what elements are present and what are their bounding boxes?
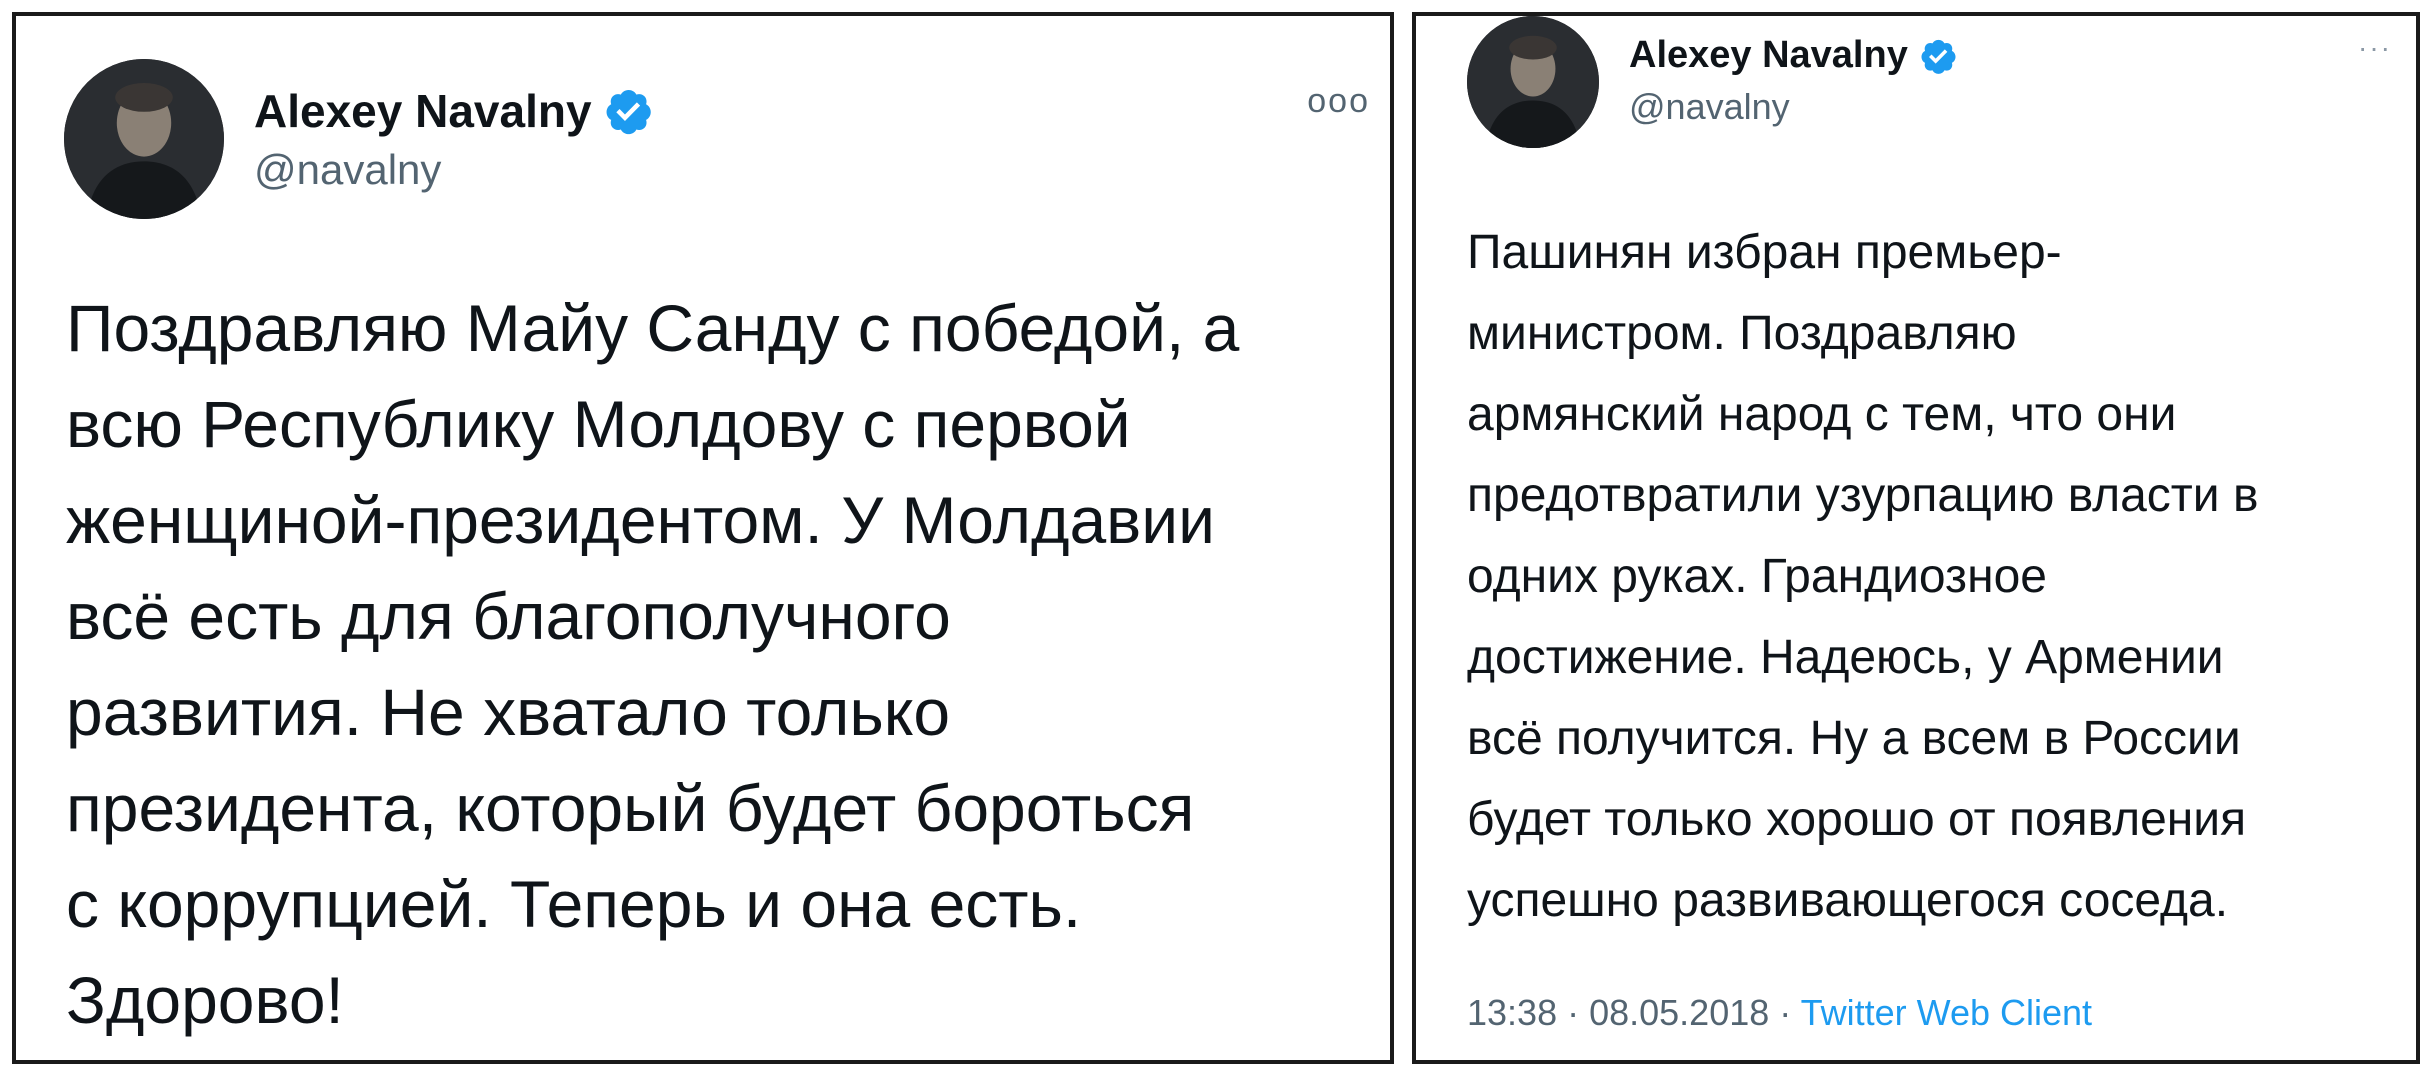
author-handle[interactable]: @navalny [254, 146, 441, 194]
meta-separator: · [1557, 992, 1590, 1033]
tweet-time[interactable]: 13:38 [1467, 992, 1557, 1033]
author-name-text: Alexey Navalny [254, 85, 592, 137]
verified-badge-icon [602, 85, 654, 137]
tweet-card-2: Alexey Navalny @navalny ··· Пашинян избр… [1412, 12, 2420, 1064]
author-name[interactable]: Alexey Navalny [254, 84, 654, 138]
tweet-card-1: Alexey Navalny @navalny ooo Поздравляю М… [12, 12, 1394, 1064]
avatar[interactable] [64, 59, 224, 219]
more-options-icon[interactable]: ooo [1307, 82, 1370, 121]
more-options-icon[interactable]: ··· [2358, 32, 2392, 64]
tweet-source-link[interactable]: Twitter Web Client [1801, 992, 2092, 1033]
verified-badge-icon [1918, 36, 1958, 76]
avatar-portrait-icon [64, 59, 224, 219]
author-handle[interactable]: @navalny [1629, 86, 1790, 128]
tweet-text: Поздравляю Майу Санду с победой, а всю Р… [66, 291, 1240, 1037]
tweet-date[interactable]: 08.05.2018 [1589, 992, 1769, 1033]
meta-separator: · [1769, 992, 1801, 1033]
tweet-text: Пашинян избран премьер- министром. Поздр… [1467, 226, 2259, 927]
author-name-text: Alexey Navalny [1629, 34, 1908, 76]
avatar[interactable] [1467, 16, 1599, 148]
author-name[interactable]: Alexey Navalny [1629, 34, 1958, 77]
avatar-portrait-icon [1467, 16, 1599, 148]
tweet-metadata: 13:38 · 08.05.2018 · Twitter Web Client [1467, 992, 2092, 1034]
